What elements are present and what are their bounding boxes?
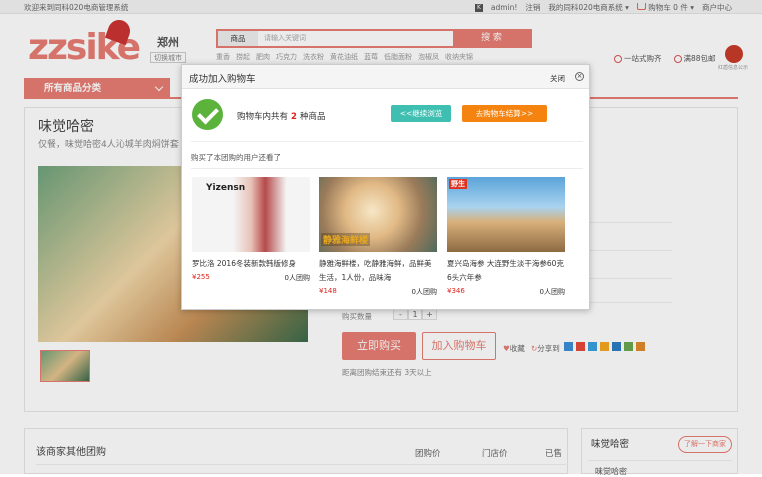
- recommended-product[interactable]: Yizensn 罗比洛 2016冬装新款韩版修身 ¥255 0人团购: [192, 177, 310, 305]
- product-name[interactable]: 静雅海鲜楼，吃静雅海鲜，品鲜美生活，1人份，品味海: [319, 257, 437, 285]
- product-image[interactable]: 野生: [447, 177, 565, 252]
- continue-browsing-button[interactable]: <<继续浏览: [391, 105, 451, 122]
- product-sold-count: 0人团购: [411, 288, 437, 296]
- dialog-close-link[interactable]: 关闭: [550, 73, 565, 84]
- divider: [191, 168, 583, 169]
- product-name[interactable]: 夏兴岛海参 大连野生淡干海参60克6头六年参: [447, 257, 565, 285]
- product-sold-count: 0人团购: [284, 274, 310, 282]
- divider: [191, 141, 583, 142]
- product-price: ¥148: [319, 287, 337, 295]
- product-price: ¥255: [192, 273, 210, 281]
- product-image[interactable]: 静雅海鲜楼: [319, 177, 437, 252]
- added-to-cart-dialog: 成功加入购物车 关闭 × 购物车内共有 2 种商品 <<继续浏览 去购物车结算>> …: [181, 64, 590, 310]
- also-viewed-heading: 购买了本团购的用户还看了: [191, 153, 281, 162]
- product-sold-count: 0人团购: [539, 288, 565, 296]
- close-icon[interactable]: ×: [575, 72, 584, 81]
- cart-count-message: 购物车内共有 2 种商品: [237, 112, 326, 122]
- product-name[interactable]: 罗比洛 2016冬装新款韩版修身: [192, 257, 310, 271]
- success-check-icon: [192, 99, 223, 130]
- go-to-checkout-button[interactable]: 去购物车结算>>: [462, 105, 547, 122]
- product-image-brand: Yizensn: [206, 183, 246, 193]
- product-price: ¥346: [447, 287, 465, 295]
- product-image-brand: 野生: [449, 179, 467, 189]
- dialog-title: 成功加入购物车: [189, 74, 256, 85]
- cart-count: 2: [291, 112, 297, 122]
- product-image-brand: 静雅海鲜楼: [321, 233, 371, 246]
- product-image[interactable]: Yizensn: [192, 177, 310, 252]
- recommended-product[interactable]: 野生 夏兴岛海参 大连野生淡干海参60克6头六年参 ¥346 0人团购: [447, 177, 565, 305]
- recommended-product[interactable]: 静雅海鲜楼 静雅海鲜楼，吃静雅海鲜，品鲜美生活，1人份，品味海 ¥148 0人团…: [319, 177, 437, 305]
